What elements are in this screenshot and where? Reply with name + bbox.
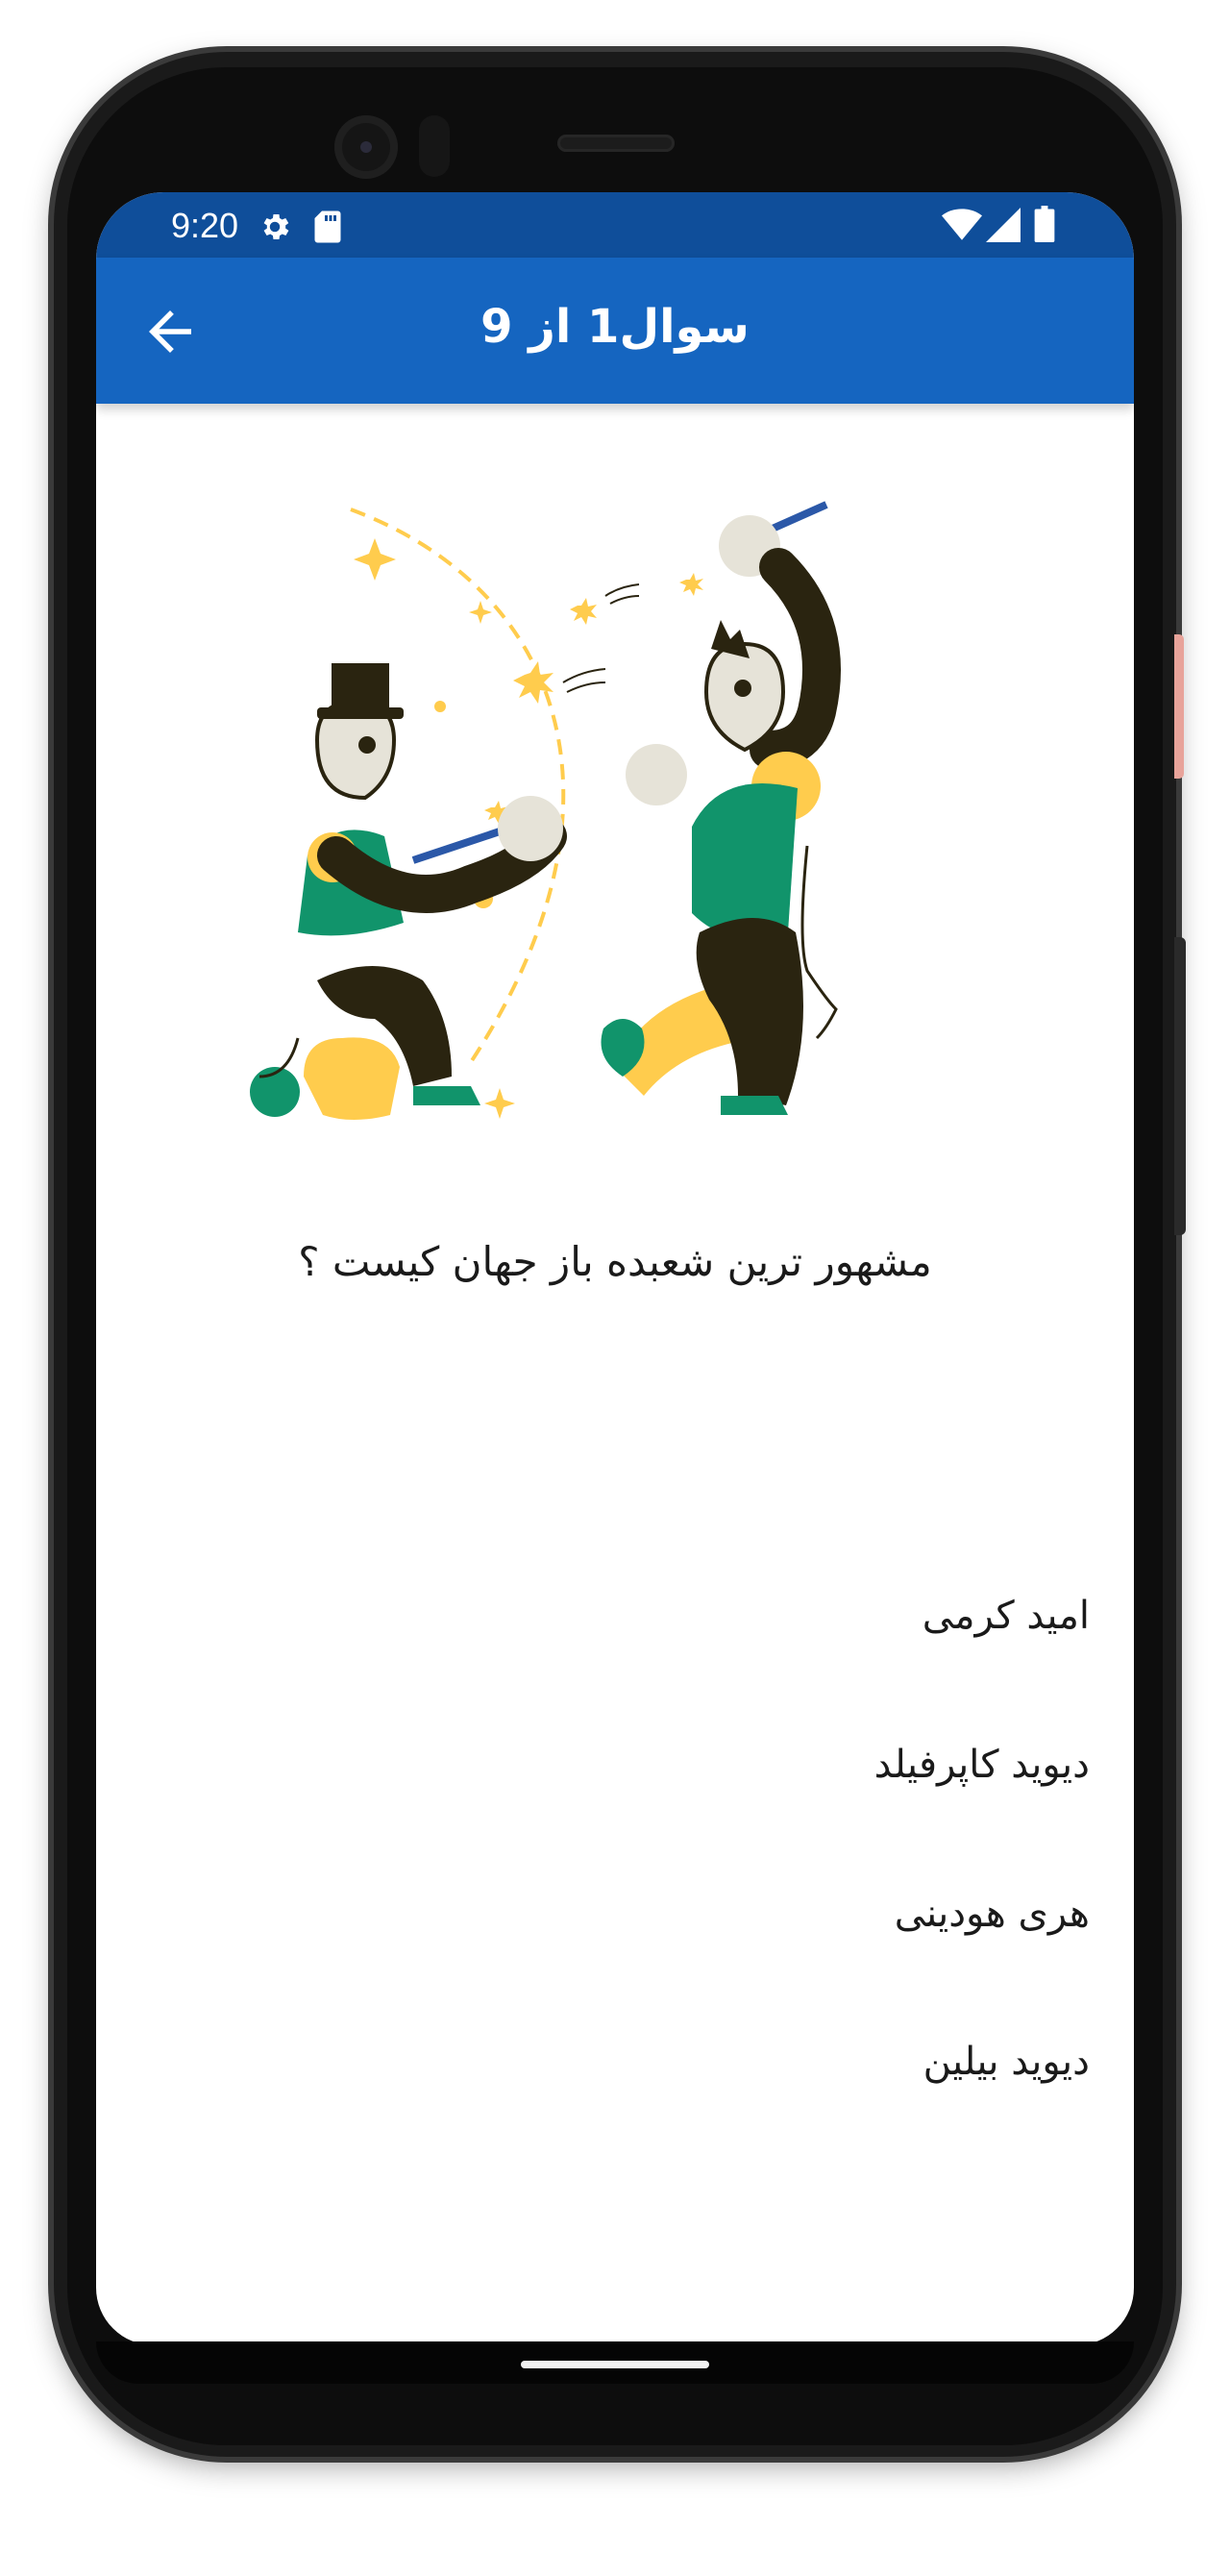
app-bar: سوال1 از 9 — [96, 258, 1134, 404]
back-button[interactable] — [138, 300, 202, 363]
question-text: مشهور ترین شعبده باز جهان کیست ؟ — [298, 1238, 932, 1285]
power-button — [1174, 937, 1186, 1235]
home-indicator[interactable] — [521, 2361, 709, 2368]
earpiece-speaker — [557, 135, 675, 152]
gear-icon — [258, 210, 292, 248]
battery-icon — [1034, 206, 1055, 246]
front-camera — [334, 115, 398, 179]
arrow-left-icon — [149, 310, 191, 353]
option-1[interactable]: امید کرمی — [922, 1586, 1090, 1646]
sd-card-icon — [313, 210, 342, 248]
status-time: 9:20 — [171, 206, 239, 245]
proximity-sensor — [419, 115, 450, 177]
status-bar: 9:20 — [96, 192, 1134, 258]
signal-icon — [986, 208, 1021, 246]
magicians-illustration — [240, 481, 1009, 1173]
app-screen: 9:20 سوال1 از 9 مشهور ترین شعبده باز جها… — [96, 192, 1134, 2345]
option-4[interactable]: دیوید بیلین — [923, 2032, 1090, 2092]
volume-button — [1174, 634, 1184, 779]
option-2[interactable]: دیوید کاپرفیلد — [874, 1735, 1090, 1795]
option-3[interactable]: هری هودینی — [895, 1884, 1090, 1944]
page-title: سوال1 از 9 — [480, 300, 750, 354]
wifi-icon — [942, 208, 982, 246]
